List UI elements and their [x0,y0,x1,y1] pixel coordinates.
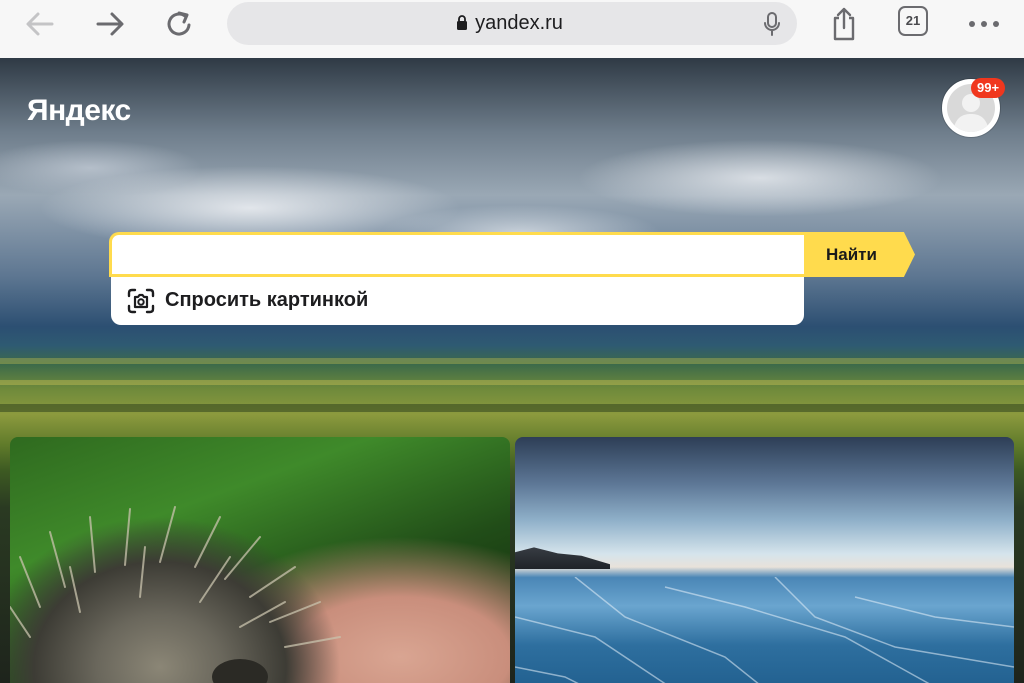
tabs-button[interactable]: 21 [898,6,928,36]
field-strip [0,358,1024,364]
shoreline-rocks [515,547,610,569]
hero-background: Яндекс 99+ Найти Спросить картинкой [0,58,1024,683]
share-icon [833,7,855,41]
baikal-ice-photo-card[interactable] [515,437,1014,683]
microphone-icon[interactable] [763,12,781,41]
url-text: yandex.ru [475,12,563,34]
camera-icon [127,288,155,319]
reload-button[interactable] [160,8,200,40]
ice-cracks [515,577,1014,683]
field-strip [0,380,1024,385]
share-button[interactable] [824,7,864,41]
back-arrow-icon [26,12,54,36]
search-button[interactable]: Найти [804,232,915,277]
hedgehog-photo-card[interactable] [10,437,510,683]
image-search-suggestion[interactable]: Спросить картинкой [111,277,804,325]
more-icon [969,21,999,27]
yandex-logo[interactable]: Яндекс [27,94,131,128]
back-button[interactable] [20,8,60,40]
forward-button[interactable] [90,8,130,40]
hedgehog-photo [10,506,341,683]
address-bar[interactable]: yandex.ru [227,2,797,45]
search-input[interactable] [109,232,804,277]
reload-icon [167,11,191,36]
field-strip [0,404,1024,412]
notifications-badge[interactable]: 99+ [971,78,1006,98]
more-button[interactable] [964,8,1004,40]
forward-arrow-icon [96,12,124,36]
image-search-label: Спросить картинкой [165,289,369,311]
search-bar: Найти [109,232,915,277]
browser-toolbar: yandex.ru 21 [0,0,1024,58]
